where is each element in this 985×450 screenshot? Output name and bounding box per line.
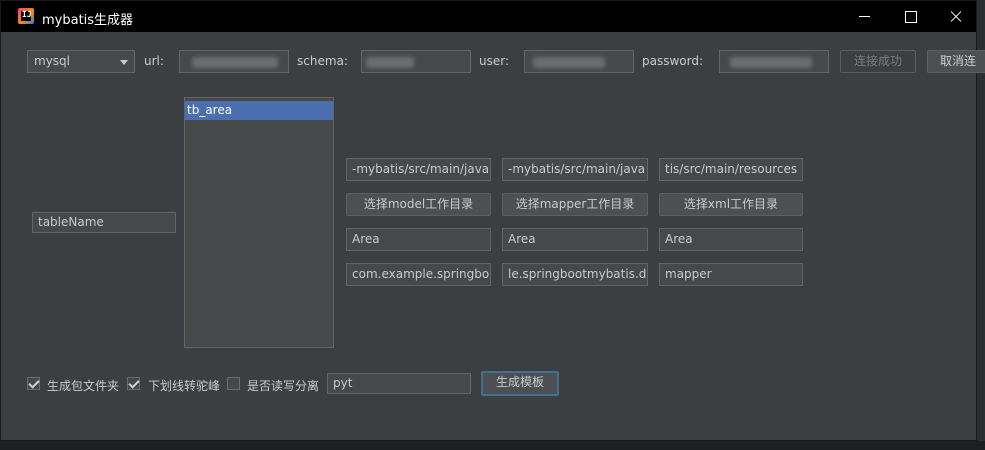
url-input[interactable] xyxy=(179,50,289,73)
cancel-connection-button[interactable]: 取消连 xyxy=(927,50,985,73)
mapper-path-input[interactable]: -mybatis/src/main/java xyxy=(502,158,648,181)
camel-case-label: 下划线转驼峰 xyxy=(148,379,221,393)
password-label: password: xyxy=(642,54,704,68)
user-label: user: xyxy=(479,54,510,68)
select-mapper-dir-button[interactable]: 选择mapper工作目录 xyxy=(502,193,648,216)
mapper-package-input[interactable]: le.springbootmybatis.d xyxy=(502,263,648,286)
close-icon[interactable] xyxy=(933,1,979,32)
redacted-value xyxy=(192,57,278,68)
mybatis-generator-window: IJ mybatis生成器 mysql url: schema: user: p… xyxy=(0,0,985,441)
schema-label: schema: xyxy=(297,54,348,68)
model-package-input[interactable]: com.example.springbo xyxy=(346,263,491,286)
gen-package-folder-checkbox[interactable] xyxy=(27,377,40,390)
rw-split-checkbox[interactable] xyxy=(227,377,240,390)
chevron-down-icon xyxy=(120,60,128,65)
gen-package-folder-label: 生成包文件夹 xyxy=(47,379,120,393)
generate-button[interactable]: 生成模板 xyxy=(481,371,559,396)
db-type-dropdown[interactable]: mysql xyxy=(27,50,135,73)
table-name-input[interactable]: tableName xyxy=(32,212,176,233)
redacted-value xyxy=(730,57,812,68)
minimize-icon[interactable] xyxy=(841,1,887,32)
url-label: url: xyxy=(144,54,164,68)
maximize-icon[interactable] xyxy=(887,1,933,32)
connect-button[interactable]: 连接成功 xyxy=(840,50,916,73)
redacted-value xyxy=(533,57,605,68)
rw-split-label: 是否读写分离 xyxy=(247,379,320,393)
redacted-value xyxy=(366,57,414,68)
model-name-input[interactable]: Area xyxy=(346,228,491,251)
prefix-input[interactable]: pyt xyxy=(327,373,471,394)
mapper-name-input[interactable]: Area xyxy=(502,228,648,251)
password-input[interactable] xyxy=(719,50,829,73)
table-list[interactable]: tb_area xyxy=(184,97,334,348)
select-model-dir-button[interactable]: 选择model工作目录 xyxy=(346,193,491,216)
xml-path-input[interactable]: tis/src/main/resources xyxy=(659,158,803,181)
camel-case-checkbox[interactable] xyxy=(127,377,140,390)
model-path-input[interactable]: -mybatis/src/main/java xyxy=(346,158,491,181)
title-bar[interactable]: IJ mybatis生成器 xyxy=(1,1,976,32)
schema-input[interactable] xyxy=(361,50,471,73)
background-ide-console xyxy=(0,441,985,450)
intellij-app-icon: IJ xyxy=(18,8,34,24)
user-input[interactable] xyxy=(524,50,634,73)
db-type-value: mysql xyxy=(34,54,70,68)
list-item[interactable]: tb_area xyxy=(185,101,333,120)
window-title: mybatis生成器 xyxy=(42,13,134,28)
xml-name-input[interactable]: Area xyxy=(659,228,803,251)
xml-package-input[interactable]: mapper xyxy=(659,263,803,286)
select-xml-dir-button[interactable]: 选择xml工作目录 xyxy=(659,193,803,216)
